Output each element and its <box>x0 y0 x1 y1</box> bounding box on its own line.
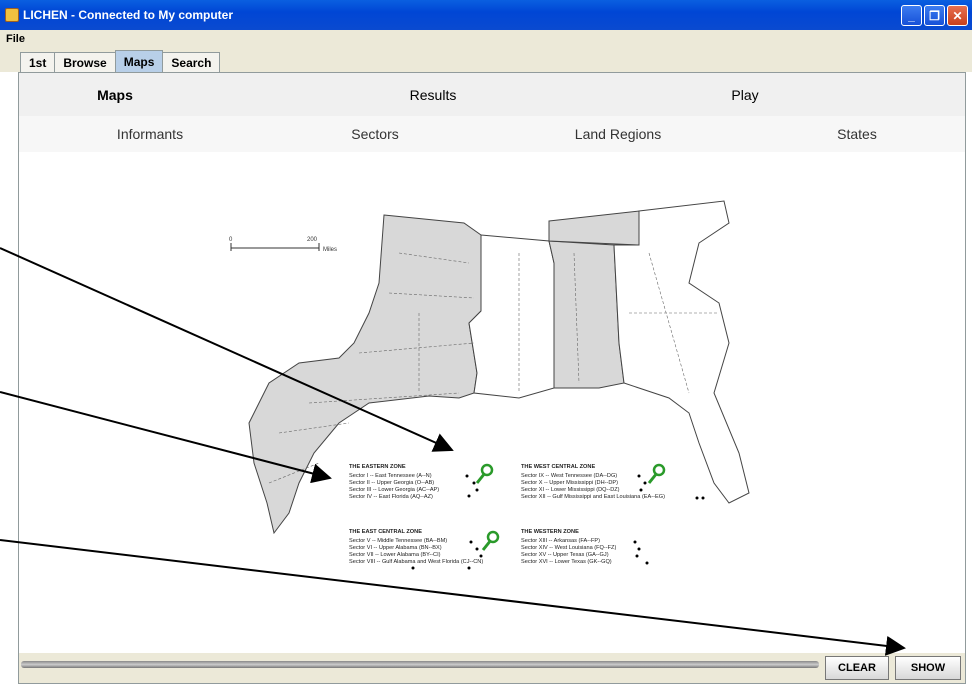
nav-states[interactable]: States <box>837 126 877 142</box>
nav-land-regions[interactable]: Land Regions <box>575 126 661 142</box>
menu-bar: File <box>0 30 972 50</box>
legend-west-central-line: Sector XI -- Lower Mississippi (DQ--DZ) <box>521 487 620 493</box>
secondary-nav: Informants Sectors Land Regions States <box>19 116 965 152</box>
title-bar: LICHEN - Connected to My computer _ ❐ ✕ <box>0 0 972 30</box>
map-legend: THE EASTERN ZONE Sector I -- East Tennes… <box>349 464 665 565</box>
tab-maps[interactable]: Maps <box>114 50 164 72</box>
legend-western-line: Sector XIII -- Arkansas (FA--FP) <box>521 538 600 544</box>
legend-eastern-line: Sector I -- East Tennessee (A--N) <box>349 473 432 479</box>
nav-play[interactable]: Play <box>731 87 758 103</box>
close-button[interactable]: ✕ <box>947 5 968 26</box>
eastern-zone-region[interactable] <box>613 200 750 504</box>
legend-western-title: THE WESTERN ZONE <box>521 529 579 535</box>
legend-west-central-line: Sector XII -- Gulf Mississippi and East … <box>521 494 665 500</box>
legend-eastern-line: Sector IV -- East Florida (AQ--AZ) <box>349 494 433 500</box>
tab-browse[interactable]: Browse <box>54 52 116 72</box>
map-drawing: 0 200 Miles THE EASTERN ZONE Sector I --… <box>229 200 750 570</box>
legend-west-central-title: THE WEST CENTRAL ZONE <box>521 464 595 470</box>
clear-button[interactable]: CLEAR <box>825 656 889 680</box>
nav-informants[interactable]: Informants <box>117 126 183 142</box>
tab-search[interactable]: Search <box>162 52 221 72</box>
scale-unit: Miles <box>323 247 337 253</box>
east-central-region[interactable] <box>548 240 625 389</box>
legend-eastern-line: Sector III -- Lower Georgia (AC--AP) <box>349 487 439 493</box>
window-title: LICHEN - Connected to My computer <box>23 8 234 22</box>
legend-east-central-line: Sector VI -- Upper Alabama (BN--BX) <box>349 545 442 551</box>
legend-western-line: Sector XV -- Upper Texas (GA--GJ) <box>521 552 609 558</box>
legend-west-central-line: Sector IX -- West Tennessee (DA--DG) <box>521 473 617 479</box>
minimize-button[interactable]: _ <box>901 5 922 26</box>
legend-east-central-line: Sector V -- Middle Tennessee (BA--BM) <box>349 538 447 544</box>
legend-western-line: Sector XIV -- West Louisiana (FQ--FZ) <box>521 545 616 551</box>
maximize-button[interactable]: ❐ <box>924 5 945 26</box>
middle-tennessee-region[interactable] <box>548 210 640 246</box>
tab-strip: 1st Browse Maps Search <box>0 50 972 72</box>
scale-label-200: 200 <box>307 237 318 243</box>
legend-western-line: Sector XVI -- Lower Texas (GK--GQ) <box>521 559 612 565</box>
legend-eastern-title: THE EASTERN ZONE <box>349 464 406 470</box>
legend-east-central-title: THE EAST CENTRAL ZONE <box>349 529 422 535</box>
west-central-region[interactable] <box>468 234 555 399</box>
legend-eastern-line: Sector II -- Upper Georgia (O--AB) <box>349 480 434 486</box>
show-button[interactable]: SHOW <box>895 656 961 680</box>
maps-panel: Maps Results Play Informants Sectors Lan… <box>18 72 966 684</box>
nav-sectors[interactable]: Sectors <box>351 126 398 142</box>
pin-east-central-zone[interactable] <box>481 530 500 551</box>
bottom-bar: CLEAR SHOW <box>19 653 965 683</box>
legend-east-central-line: Sector VII -- Lower Alabama (BY--CI) <box>349 552 441 558</box>
pin-west-central-zone[interactable] <box>647 463 666 484</box>
scale-label-zero: 0 <box>229 237 233 243</box>
nav-results[interactable]: Results <box>410 87 457 103</box>
pin-eastern-zone[interactable] <box>475 463 494 484</box>
menu-file[interactable]: File <box>6 33 25 45</box>
sector-map[interactable]: 0 200 Miles THE EASTERN ZONE Sector I --… <box>219 193 759 578</box>
scroll-track[interactable] <box>21 661 819 668</box>
tab-1st[interactable]: 1st <box>20 52 56 72</box>
java-app-icon <box>5 8 19 22</box>
legend-east-central-line: Sector VIII -- Gulf Alabama and West Flo… <box>349 559 483 565</box>
nav-maps[interactable]: Maps <box>97 87 133 103</box>
legend-west-central-line: Sector X -- Upper Mississippi (DH--DP) <box>521 480 618 486</box>
primary-nav: Maps Results Play <box>19 73 965 116</box>
